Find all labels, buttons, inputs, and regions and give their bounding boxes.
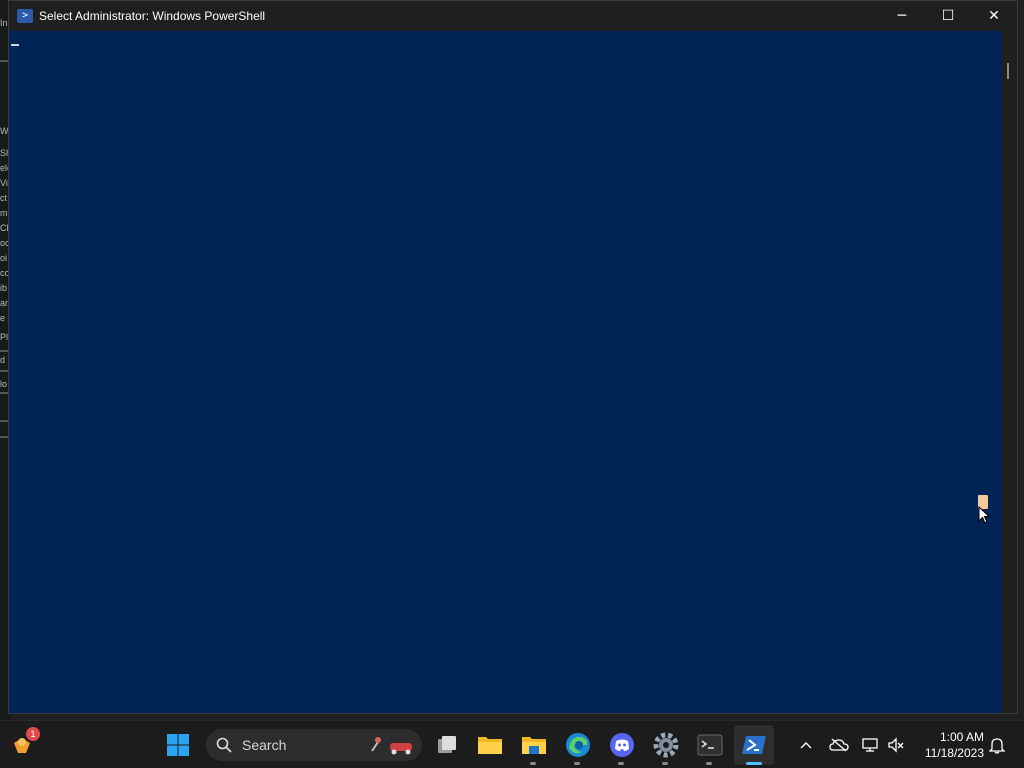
active-indicator <box>746 762 762 765</box>
file-explorer-button[interactable] <box>476 731 504 759</box>
powershell-taskbar-button[interactable] <box>740 731 768 759</box>
file-explorer-button[interactable] <box>520 731 548 765</box>
edge-icon <box>566 733 590 757</box>
network-icon <box>862 738 878 752</box>
terminal-icon <box>697 734 723 756</box>
powershell-icon <box>742 736 766 754</box>
show-hidden-icons-button[interactable] <box>792 731 820 759</box>
task-view-icon <box>438 736 456 753</box>
search-label: Search <box>242 737 287 753</box>
settings-button[interactable] <box>652 731 680 765</box>
running-indicator <box>618 762 624 765</box>
edge-button[interactable] <box>564 731 592 765</box>
powershell-icon: > <box>17 9 33 23</box>
text-cursor <box>11 44 19 46</box>
volume-button[interactable] <box>882 731 910 759</box>
running-indicator <box>706 762 712 765</box>
running-indicator <box>662 762 668 765</box>
maximize-button[interactable]: ☐ <box>925 1 971 31</box>
search-box[interactable]: Search <box>206 729 422 761</box>
windows-start-icon <box>167 734 189 756</box>
taskbar: 1 Search 1:00 AM 11/18/2023 <box>0 720 1024 768</box>
task-view-button[interactable] <box>433 731 461 759</box>
settings-icon <box>653 732 679 758</box>
mouse-pointer-icon <box>978 506 990 524</box>
running-indicator <box>530 762 536 765</box>
search-highlight-icon <box>371 737 412 755</box>
discord-button[interactable] <box>608 731 636 765</box>
terminal-button[interactable] <box>696 731 724 765</box>
widgets-button[interactable]: 1 <box>8 727 40 759</box>
discord-icon <box>610 733 634 757</box>
onedrive-icon <box>829 738 849 752</box>
file-explorer-icon <box>522 737 546 754</box>
running-indicator <box>574 762 580 765</box>
powershell-window[interactable]: > Select Administrator: Windows PowerShe… <box>8 0 1018 714</box>
desktop: In W Sh ele Vi ct m Cl oc oi co ib ar e … <box>0 0 1024 720</box>
onedrive-button[interactable] <box>825 731 853 759</box>
notifications-bell-icon <box>989 738 1005 754</box>
start-button[interactable] <box>164 731 192 759</box>
close-button[interactable]: ✕ <box>971 1 1017 31</box>
scroll-thumb[interactable] <box>1007 63 1009 79</box>
chevron-up-icon <box>800 742 812 749</box>
window-title: Select Administrator: Windows PowerShell <box>39 9 266 23</box>
notification-badge: 1 <box>26 727 40 741</box>
clock-time: 1:00 AM <box>939 730 984 744</box>
minimize-button[interactable]: ─ <box>879 1 925 31</box>
vertical-scrollbar[interactable] <box>1002 31 1017 713</box>
network-button[interactable] <box>856 731 884 759</box>
clock[interactable]: 1:00 AM 11/18/2023 <box>912 729 984 761</box>
notifications-button[interactable] <box>983 731 1011 759</box>
file-explorer-icon <box>478 737 502 754</box>
clock-date: 11/18/2023 <box>924 746 984 760</box>
title-bar[interactable]: > Select Administrator: Windows PowerShe… <box>9 1 1017 31</box>
console-area[interactable] <box>9 31 1002 713</box>
search-icon <box>216 737 232 753</box>
volume-muted-icon <box>888 737 904 753</box>
